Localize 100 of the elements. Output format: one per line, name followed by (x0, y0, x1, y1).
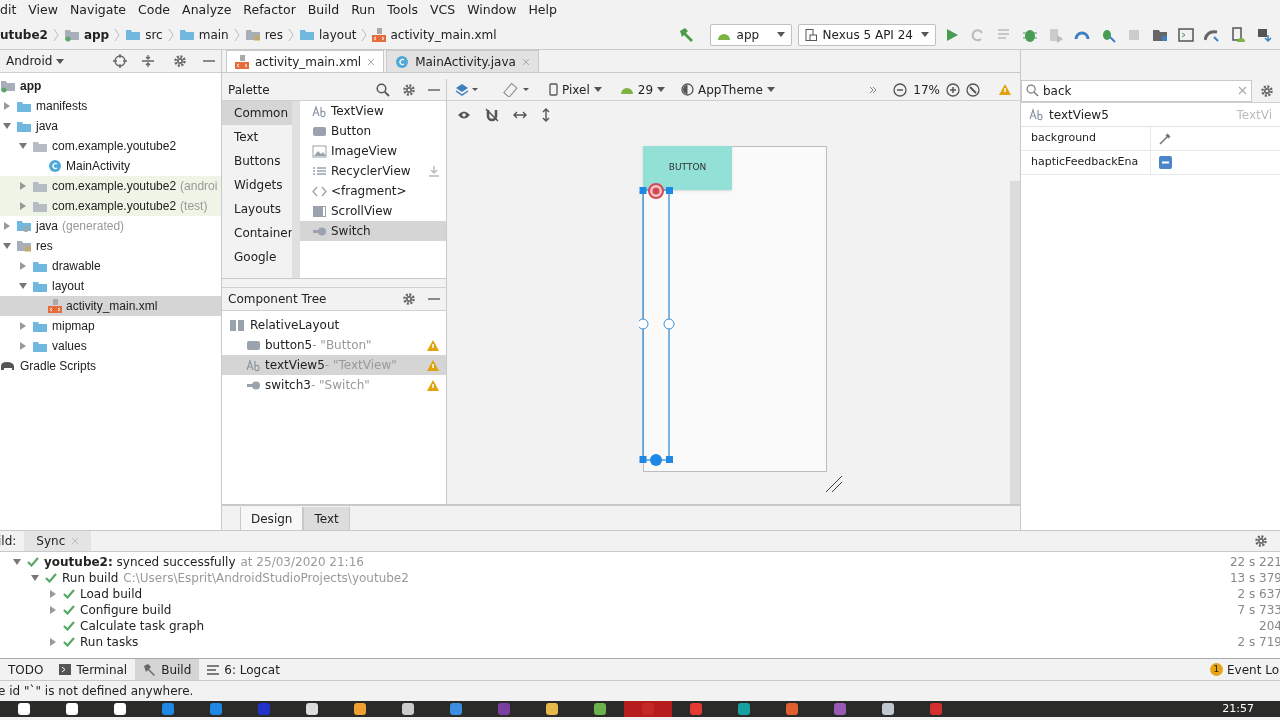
menu-item[interactable]: Navigate (64, 0, 133, 20)
settings-icon[interactable] (173, 54, 187, 68)
magnet-off-icon[interactable] (485, 108, 499, 122)
tree-item[interactable]: values (0, 336, 221, 356)
eye-icon[interactable] (457, 110, 471, 120)
breadcrumb[interactable]: app (60, 25, 113, 44)
theme-dropdown[interactable]: AppTheme (681, 80, 775, 99)
preview-button[interactable]: BUTTON (643, 146, 732, 190)
more-icon[interactable] (869, 85, 878, 94)
minus-checkbox-icon[interactable] (1159, 156, 1172, 169)
taskbar-app-icon[interactable] (17, 702, 31, 716)
collapsed-arrow-icon[interactable] (48, 589, 58, 599)
menu-item[interactable]: Help (522, 0, 563, 20)
menu-item[interactable]: Build (301, 0, 346, 20)
tree-item[interactable]: com.example.youtube2 (test) (0, 196, 221, 216)
palette-item[interactable]: <fragment> (300, 181, 446, 201)
expanded-arrow-icon[interactable] (2, 241, 12, 251)
taskbar-app-icon[interactable] (881, 702, 895, 716)
locate-icon[interactable] (113, 54, 127, 68)
editor-mode-tab[interactable]: Design (240, 507, 304, 530)
eyedropper-icon[interactable] (1159, 132, 1171, 145)
tool-window-tab[interactable]: 6: Logcat (199, 659, 288, 680)
collapsed-arrow-icon[interactable] (48, 605, 58, 615)
warning-icon[interactable] (998, 83, 1012, 96)
settings-icon[interactable] (402, 292, 416, 306)
tree-item[interactable]: switch3- "Switch" (222, 375, 446, 395)
breadcrumb[interactable]: utube2 (0, 25, 51, 44)
tool-window-tab[interactable]: TODO (0, 659, 52, 680)
palette-category[interactable]: Layouts (222, 197, 292, 221)
tree-item[interactable]: java (generated) (0, 216, 221, 236)
palette-item[interactable]: Button (300, 121, 446, 141)
editor-mode-tab[interactable]: Text (303, 507, 350, 530)
menu-item[interactable]: Tools (381, 0, 424, 20)
tree-item[interactable]: com.example.youtube2 (androi (0, 176, 221, 196)
settings-icon[interactable] (1254, 534, 1268, 548)
taskbar-app-icon[interactable] (113, 702, 127, 716)
menu-item[interactable]: Code (132, 0, 177, 20)
run-configuration-dropdown[interactable]: app (709, 23, 792, 46)
collapsed-arrow-icon[interactable] (18, 261, 28, 271)
collapsed-arrow-icon[interactable] (48, 637, 58, 647)
settings-icon[interactable] (1260, 83, 1274, 98)
tool-window-tab[interactable]: Terminal (51, 659, 136, 680)
breadcrumb[interactable]: layout (296, 25, 360, 44)
vertical-arrows-icon[interactable] (541, 108, 551, 122)
tree-item[interactable]: layout (0, 276, 221, 296)
palette-category[interactable]: Google (222, 245, 292, 269)
taskbar-app-icon[interactable] (65, 702, 79, 716)
taskbar-app-icon[interactable] (401, 702, 415, 716)
expanded-arrow-icon[interactable] (18, 281, 28, 291)
menu-item[interactable]: View (22, 0, 64, 20)
taskbar-app-icon[interactable] (305, 702, 319, 716)
palette-category[interactable]: Widgets (222, 173, 292, 197)
device-dropdown[interactable]: Pixel (549, 80, 602, 99)
menu-item[interactable]: Run (345, 0, 382, 20)
editor-tab[interactable]: MainActivity.java (386, 50, 539, 72)
taskbar-app-icon[interactable] (545, 702, 559, 716)
search-icon[interactable] (376, 82, 390, 97)
tree-item[interactable]: com.example.youtube2 (0, 136, 221, 156)
download-icon[interactable] (428, 165, 440, 177)
device-dropdown[interactable]: Nexus 5 API 24 (797, 23, 936, 46)
menu-item[interactable]: Analyze (176, 0, 238, 20)
palette-item[interactable]: ScrollView (300, 201, 446, 221)
palette-category[interactable]: Buttons (222, 149, 292, 173)
clear-icon[interactable] (1238, 86, 1247, 95)
palette-item[interactable]: Switch (300, 221, 446, 241)
search-field[interactable]: back (1021, 79, 1252, 102)
tool-window-tab[interactable]: Build (135, 659, 200, 680)
horizontal-arrows-icon[interactable] (513, 110, 527, 120)
tree-item[interactable]: drawable (0, 256, 221, 276)
menu-item[interactable]: dit (0, 0, 23, 20)
close-icon[interactable] (367, 57, 376, 66)
run-icon[interactable] (944, 26, 960, 43)
collapsed-arrow-icon[interactable] (2, 101, 12, 111)
rotate-icon[interactable] (503, 82, 531, 97)
settings-icon[interactable] (402, 82, 416, 97)
palette-category[interactable]: Container (222, 221, 292, 245)
palette-item[interactable]: ImageView (300, 141, 446, 161)
taskbar-app-icon[interactable] (353, 702, 367, 716)
tree-item[interactable]: manifests (0, 96, 221, 116)
api-level-dropdown[interactable]: 29 (619, 80, 666, 99)
tree-item[interactable]: java (0, 116, 221, 136)
tree-item[interactable]: res (0, 236, 221, 256)
menu-item[interactable]: VCS (423, 0, 462, 20)
scrollbar[interactable] (1010, 181, 1020, 504)
breadcrumb[interactable]: activity_main.xml (369, 25, 500, 44)
tree-item[interactable]: activity_main.xml (0, 296, 221, 316)
palette-category[interactable]: Common (222, 101, 292, 125)
editor-tab[interactable]: activity_main.xml (226, 50, 385, 72)
tree-item[interactable]: button5- "Button" (222, 335, 446, 355)
zoom-in-icon[interactable] (946, 82, 960, 97)
hammer-icon[interactable] (677, 26, 694, 43)
breadcrumb[interactable]: src (122, 25, 166, 44)
breadcrumb[interactable]: res (241, 25, 286, 44)
sync-tab[interactable]: Sync (24, 531, 92, 551)
expanded-arrow-icon[interactable] (30, 573, 40, 583)
palette-item[interactable]: RecyclerView (300, 161, 446, 181)
tree-item[interactable]: textView5- "TextView" (222, 355, 446, 375)
collapse-icon[interactable] (141, 54, 155, 68)
menu-item[interactable]: Refactor (237, 0, 302, 20)
breadcrumb[interactable]: main (175, 25, 232, 44)
